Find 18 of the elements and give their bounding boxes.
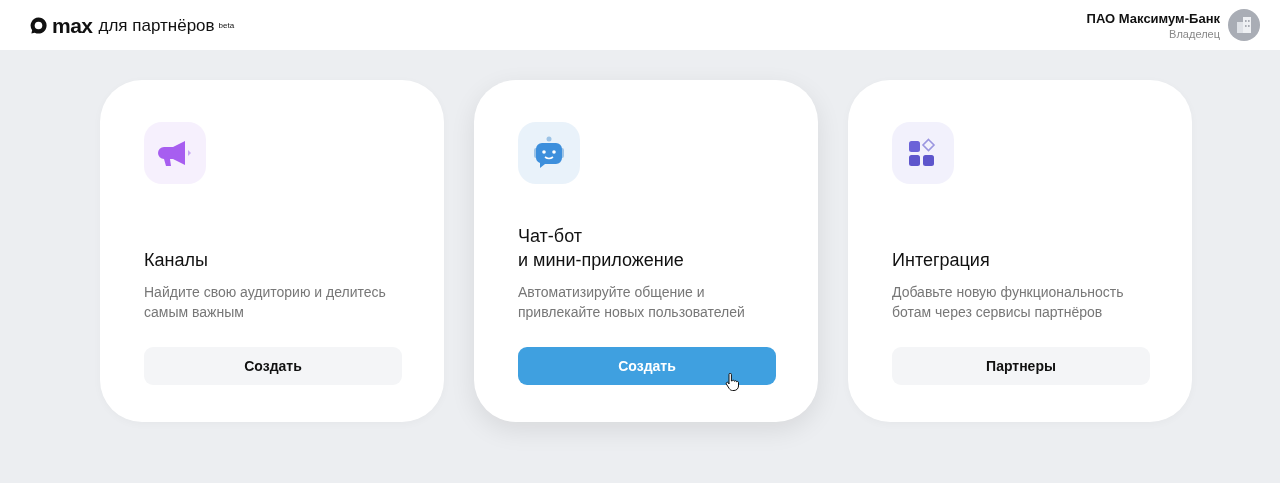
create-button[interactable]: Создать [144, 347, 402, 385]
create-button[interactable]: Партнеры [892, 347, 1150, 385]
chat-bot-icon [518, 122, 580, 184]
user-role: Владелец [1168, 27, 1220, 40]
card-description: Автоматизируйте общение и привлекайте новых пользователей [518, 283, 746, 322]
logo-icon[interactable] [29, 15, 48, 35]
card-description: Добавьте новую функциональность ботам через сервисы партнёров [892, 283, 1125, 322]
megaphone-icon [144, 122, 206, 184]
organization-name: ПАО Максимум-Банк [1086, 10, 1220, 26]
product-name: для партнёров [98, 16, 215, 34]
card-title: Интеграция [892, 249, 991, 272]
card-title: Каналы [144, 249, 209, 272]
logo-text[interactable]: max [52, 14, 93, 36]
pointer-cursor-icon [725, 373, 739, 391]
card-title: Чат-бот и мини-приложение [518, 225, 685, 272]
beta-label: beta [218, 20, 235, 30]
apps-icon [892, 122, 954, 184]
card-description: Найдите свою аудиторию и делитесь самым важным [144, 283, 387, 322]
